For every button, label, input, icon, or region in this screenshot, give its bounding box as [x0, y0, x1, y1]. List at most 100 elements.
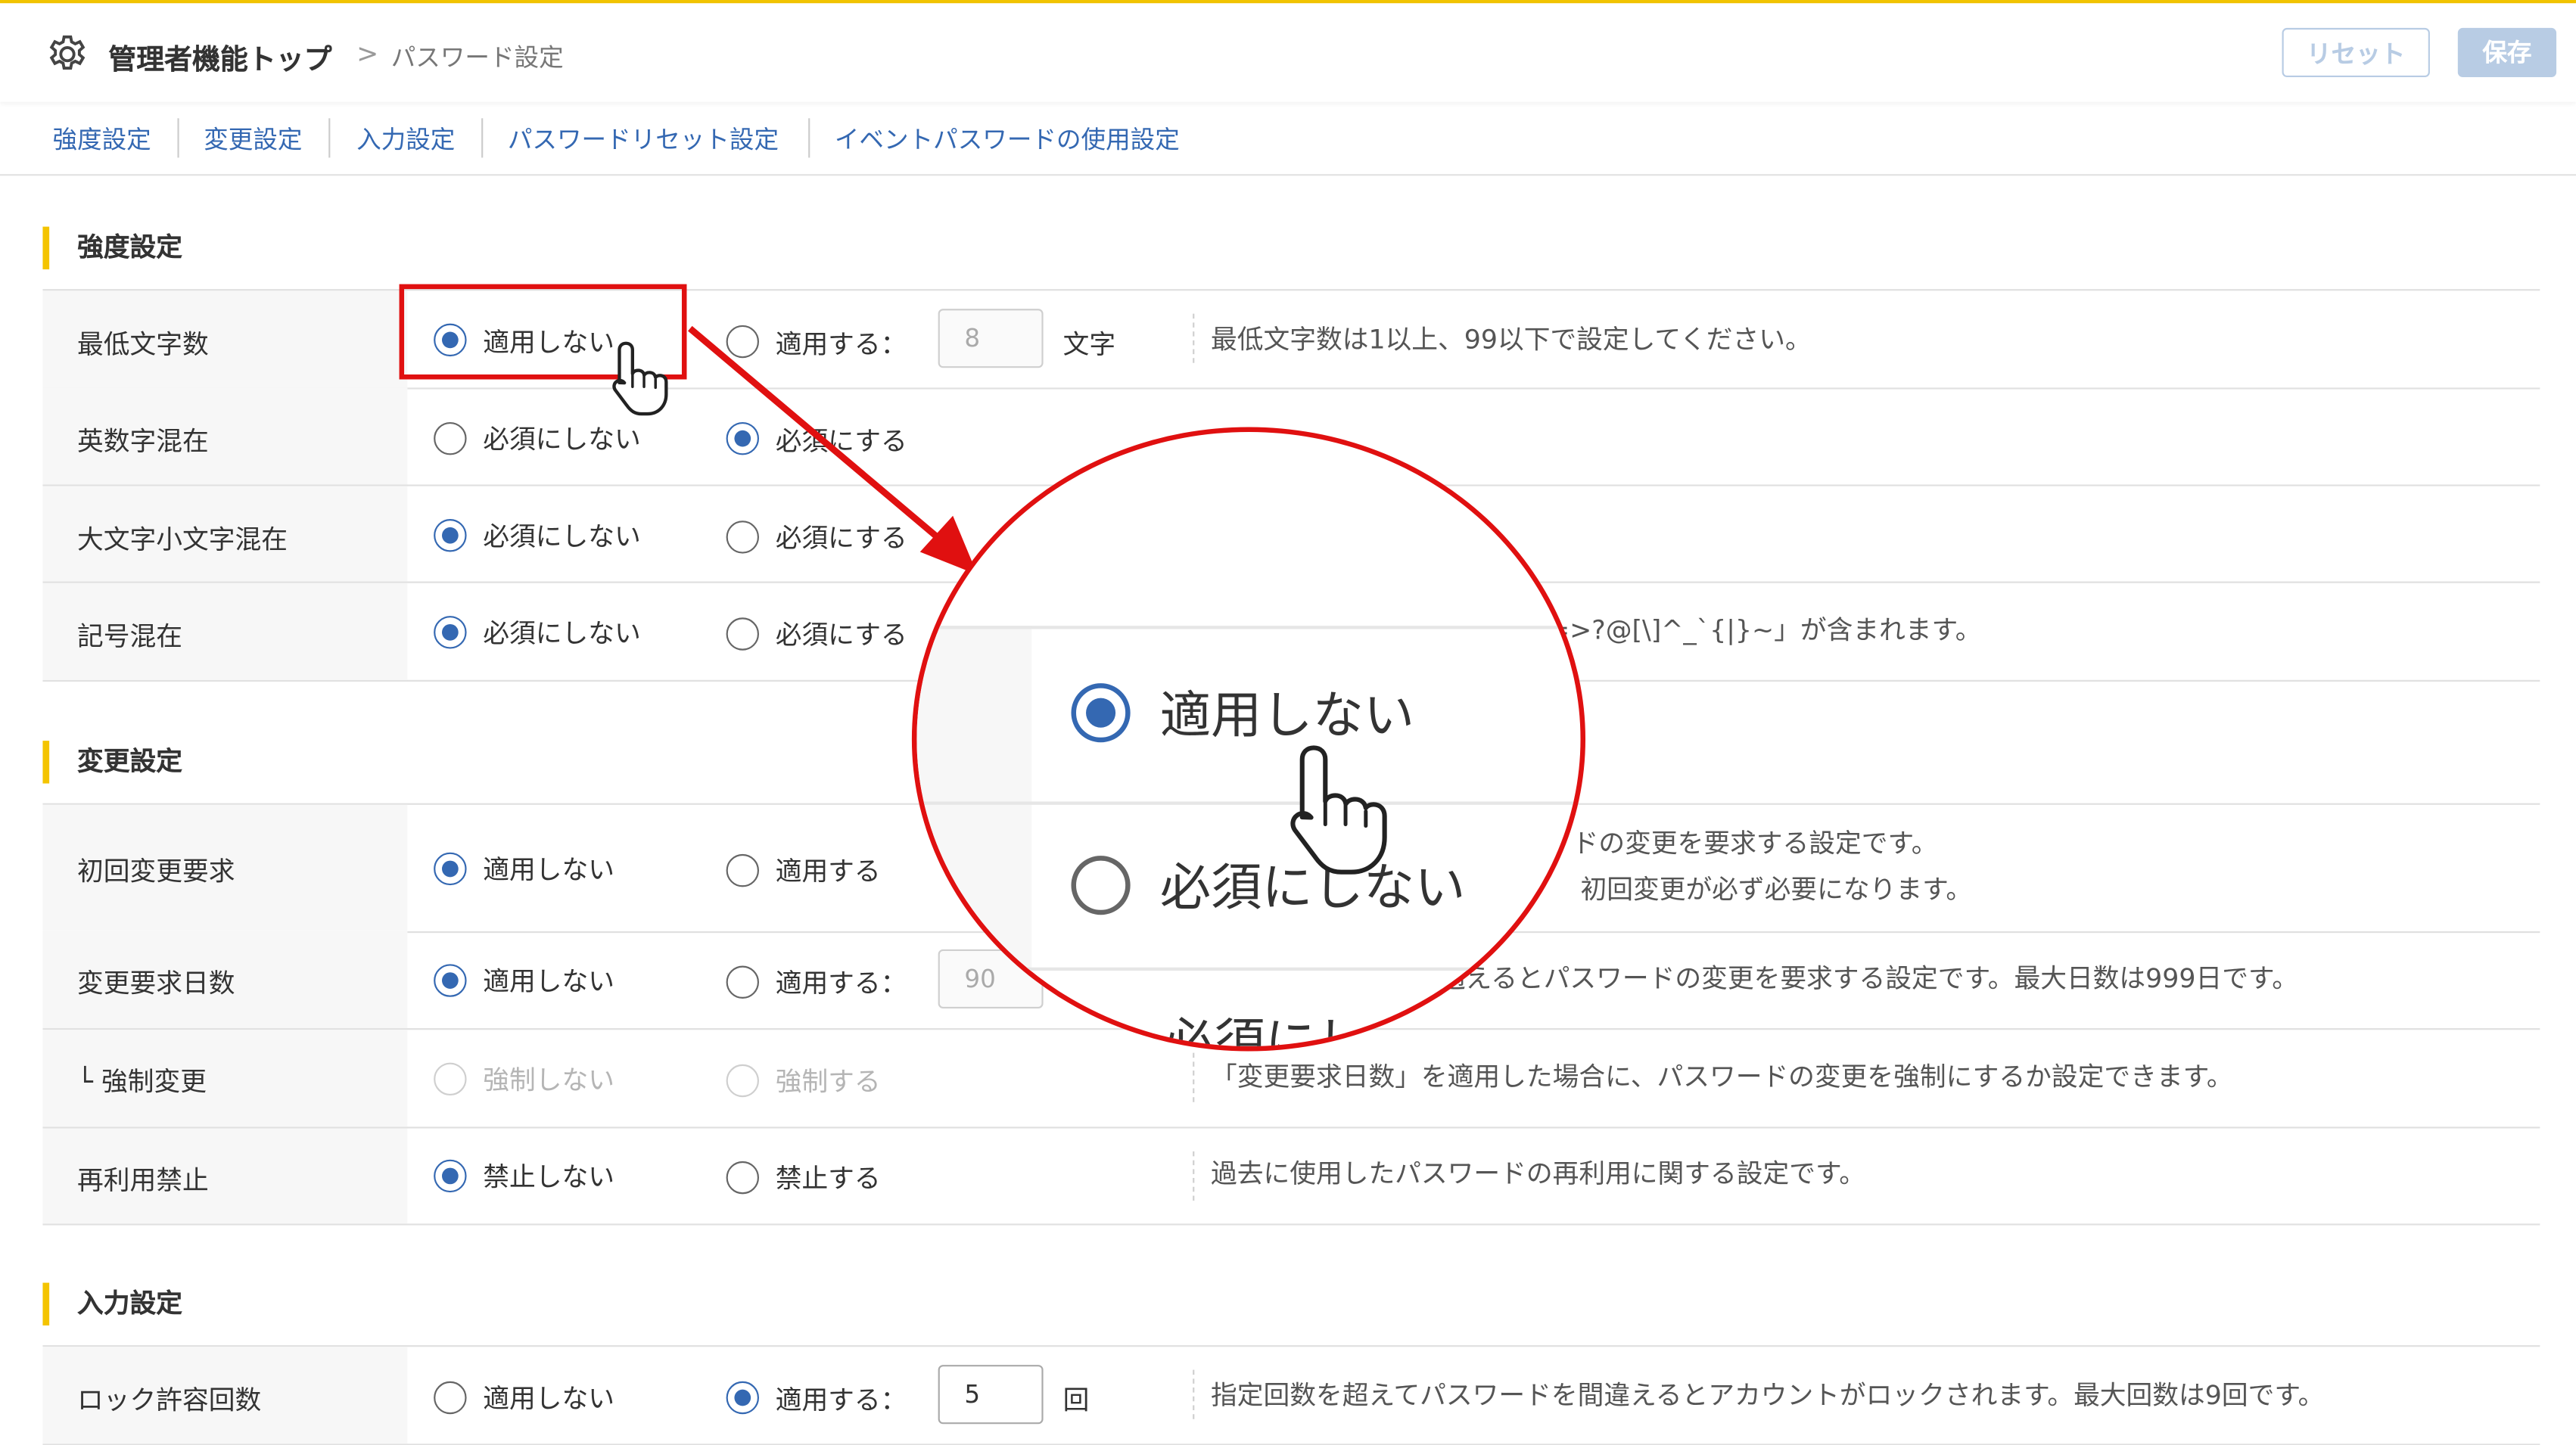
radio-not-apply[interactable]: [434, 1381, 467, 1415]
tab-divider: [481, 118, 484, 158]
tab-input[interactable]: 入力設定: [356, 122, 455, 157]
hand-cursor-icon: [612, 341, 668, 416]
radio-label: 強制しない: [483, 1064, 614, 1096]
radio-label: 適用する: [775, 856, 881, 887]
magnified-radio-selected: [1071, 683, 1131, 743]
radio-not-required[interactable]: [434, 519, 467, 552]
row-label: 再利用禁止: [77, 1164, 209, 1196]
magnified-text: 必須にし: [1163, 1013, 1367, 1052]
breadcrumb-home[interactable]: 管理者機能トップ: [108, 36, 331, 77]
magnified-radio: [1071, 856, 1131, 915]
radio-required[interactable]: [726, 421, 760, 455]
radio-label: 適用する：: [775, 328, 907, 360]
password-settings-screen: 管理者機能トップ > パスワード設定 リセット 保存 強度設定 変更設定 入力設…: [0, 0, 2576, 1445]
radio-force[interactable]: [726, 1064, 760, 1098]
radio-label: 禁止する: [775, 1163, 881, 1195]
gear-icon: [49, 35, 86, 70]
unit-label: 文字: [1062, 328, 1116, 360]
magnifier-circle: 適用しない 必須にしない 必須にし: [911, 427, 1586, 1052]
setting-row-lock-count: ロック許容回数 適用しない 適用する： 5 回 指定回数を超えてパスワードを間違…: [42, 1345, 2540, 1445]
row-label-cell: └ 強制変更: [42, 1030, 408, 1127]
section-tab-bar: 強度設定 変更設定 入力設定 パスワードリセット設定 イベントパスワードの使用設…: [0, 104, 2576, 176]
magnified-row-border: [916, 626, 1581, 629]
row-label-cell: 再利用禁止: [42, 1128, 408, 1224]
row-label: 初回変更要求: [77, 856, 235, 887]
radio-label: 必須にする: [775, 425, 907, 457]
radio-label: 必須にする: [775, 619, 907, 651]
tab-divider: [328, 118, 331, 158]
tab-divider: [177, 118, 179, 158]
radio-apply[interactable]: [726, 853, 760, 887]
setting-row-reuse-ban: 再利用禁止 禁止しない 禁止する 過去に使用したパスワードの再利用に関する設定で…: [42, 1128, 2540, 1226]
radio-apply[interactable]: [726, 325, 760, 359]
description-divider: [1193, 313, 1195, 363]
magnified-row-border: [916, 967, 1581, 971]
radio-label: 必須にする: [775, 522, 907, 554]
radio-label: 必須にしない: [483, 424, 641, 455]
radio-ban[interactable]: [726, 1161, 760, 1195]
row-label-cell: 変更要求日数: [42, 931, 408, 1029]
row-label-cell: 初回変更要求: [42, 804, 408, 931]
radio-not-apply[interactable]: [434, 964, 467, 997]
row-description: 「変更要求日数」を適用した場合に、パスワードの変更を強制にするか設定できます。: [1211, 1061, 2233, 1092]
section-title-input: 入力設定: [42, 1282, 182, 1325]
breadcrumb-current: パスワード設定: [390, 42, 564, 73]
radio-label: 適用しない: [483, 965, 614, 997]
row-label-cell: 記号混在: [42, 583, 408, 680]
row-description: 初回変更が必ず必要になります。: [1580, 873, 1973, 906]
description-divider: [1193, 1052, 1195, 1102]
tab-change[interactable]: 変更設定: [204, 122, 302, 157]
lock-count-input[interactable]: 5: [938, 1365, 1044, 1425]
row-label-cell: 最低文字数: [42, 291, 408, 388]
radio-apply[interactable]: [726, 965, 760, 999]
magnified-label-column: [916, 626, 1032, 1046]
radio-label: 適用する：: [775, 967, 907, 999]
row-label: └ 強制変更: [77, 1065, 207, 1098]
row-label: 記号混在: [77, 620, 183, 652]
magnified-view: 適用しない 必須にしない 必須にし: [916, 432, 1581, 1052]
row-description: =>?@[\]^_`{|}~」が含まれます。: [1548, 614, 1982, 646]
row-label-cell: 英数字混在: [42, 387, 408, 485]
radio-not-ban[interactable]: [434, 1159, 467, 1193]
radio-label: 禁止しない: [483, 1161, 614, 1193]
row-label: 変更要求日数: [77, 967, 235, 999]
save-button[interactable]: 保存: [2457, 27, 2557, 78]
page-header: 管理者機能トップ > パスワード設定 リセット 保存: [0, 3, 2576, 102]
reset-button[interactable]: リセット: [2282, 27, 2430, 78]
radio-label: 適用する：: [775, 1384, 907, 1416]
min-length-input[interactable]: 8: [938, 309, 1044, 368]
radio-not-apply[interactable]: [434, 852, 467, 886]
tab-password-reset[interactable]: パスワードリセット設定: [508, 122, 779, 157]
unit-label: 回: [1062, 1384, 1090, 1416]
magnified-text: 適用しない: [1159, 686, 1415, 746]
row-description: 指定回数を超えてパスワードを間違えるとアカウントがロックされます。最大回数は9回…: [1211, 1379, 2325, 1411]
radio-label: 必須にしない: [483, 617, 641, 649]
radio-label: 適用しない: [483, 1382, 614, 1415]
row-label: 最低文字数: [77, 328, 209, 360]
magnified-row-border: [916, 801, 1581, 805]
radio-required[interactable]: [726, 617, 760, 651]
row-label: 英数字混在: [77, 425, 209, 457]
radio-not-required[interactable]: [434, 421, 467, 455]
row-label-cell: ロック許容回数: [42, 1347, 408, 1444]
tab-strength[interactable]: 強度設定: [52, 122, 151, 157]
row-label: 大文字小文字混在: [77, 524, 288, 555]
radio-not-required[interactable]: [434, 616, 467, 649]
description-divider: [1193, 1369, 1195, 1419]
tab-divider: [808, 118, 810, 158]
row-label-cell: 大文字小文字混在: [42, 486, 408, 582]
radio-label: 強制する: [775, 1065, 881, 1098]
radio-not-force[interactable]: [434, 1062, 467, 1096]
tab-event-password[interactable]: イベントパスワードの使用設定: [835, 122, 1180, 157]
radio-required[interactable]: [726, 521, 760, 554]
radio-apply[interactable]: [726, 1381, 760, 1415]
row-description: ドの変更を要求する設定です。: [1572, 828, 1938, 859]
section-title-change: 変更設定: [42, 741, 182, 784]
row-label: ロック許容回数: [77, 1384, 262, 1416]
description-divider: [1193, 1151, 1195, 1201]
radio-label: 適用しない: [483, 853, 614, 886]
row-description: 最低文字数は1以上、99以下で設定してください。: [1211, 323, 1812, 355]
row-description: 過去に使用したパスワードの再利用に関する設定です。: [1211, 1158, 1865, 1189]
section-title-strength: 強度設定: [42, 226, 182, 270]
magnified-hand-cursor-icon: [1290, 745, 1387, 875]
